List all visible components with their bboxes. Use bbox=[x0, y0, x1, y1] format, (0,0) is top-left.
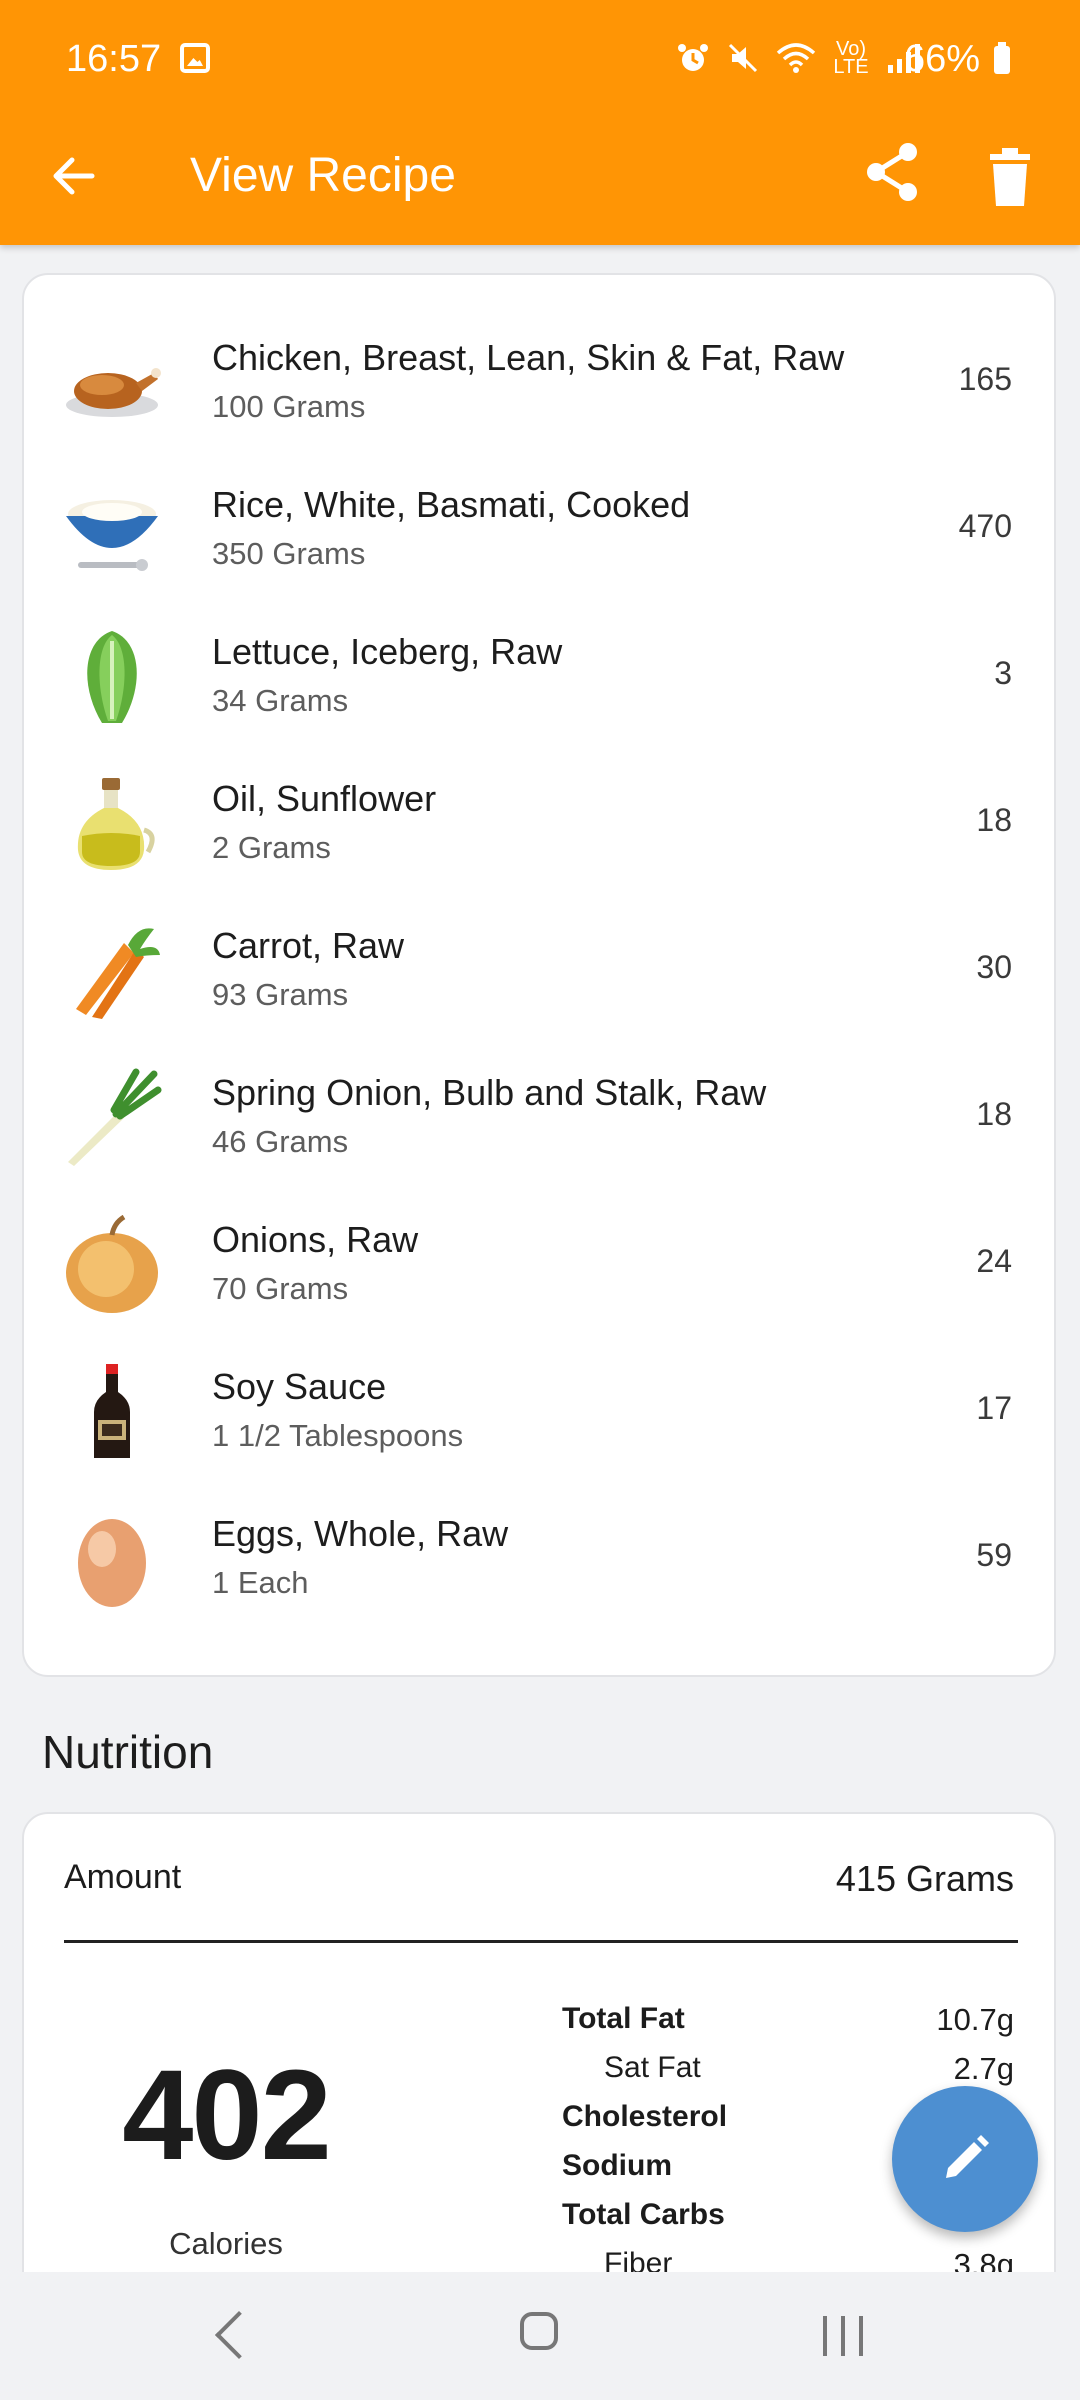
ingredient-calories: 18 bbox=[976, 1096, 1012, 1132]
roast-chicken-icon bbox=[66, 368, 161, 417]
carrot-icon bbox=[76, 928, 160, 1019]
ingredient-calories: 17 bbox=[976, 1390, 1012, 1426]
ingredient-name: Carrot, Raw bbox=[212, 925, 405, 966]
egg-icon bbox=[78, 1519, 146, 1607]
ingredient-name: Oil, Sunflower bbox=[212, 778, 437, 819]
ingredient-calories: 3 bbox=[994, 655, 1012, 691]
nutrient-name: Total Fat bbox=[562, 2002, 685, 2035]
ingredient-row[interactable]: Oil, Sunflower 2 Grams 18 bbox=[24, 756, 1054, 903]
mute-icon bbox=[728, 43, 758, 73]
lettuce-icon bbox=[87, 631, 137, 723]
ingredient-name: Spring Onion, Bulb and Stalk, Raw bbox=[212, 1072, 767, 1113]
page-title: View Recipe bbox=[190, 149, 456, 202]
ingredient-name: Soy Sauce bbox=[212, 1366, 387, 1407]
app-bar: View Recipe bbox=[0, 120, 1080, 245]
nutrition-card: Amount 415 Grams 402 Calories Total Fat … bbox=[22, 1812, 1056, 2272]
ingredient-name: Lettuce, Iceberg, Raw bbox=[212, 631, 563, 672]
ingredient-calories: 30 bbox=[976, 949, 1012, 985]
oil-bottle-icon bbox=[77, 778, 155, 870]
amount-label: Amount bbox=[64, 1858, 182, 1896]
nutrient-name: Fiber bbox=[604, 2247, 673, 2272]
ingredient-calories: 24 bbox=[976, 1243, 1012, 1279]
soy-sauce-bottle-icon bbox=[94, 1364, 130, 1458]
nutrient-value: 3.8g bbox=[953, 2247, 1014, 2272]
ingredient-row[interactable]: Rice, White, Basmati, Cooked 350 Grams 4… bbox=[24, 462, 1054, 609]
status-bar: 16:57 Vo) LTE 66% bbox=[0, 0, 1080, 120]
nutrient-name: Total Carbs bbox=[562, 2198, 725, 2231]
ingredients-card: Chicken, Breast, Lean, Skin & Fat, Raw 1… bbox=[22, 273, 1056, 1677]
ingredient-quantity: 2 Grams bbox=[212, 830, 331, 865]
nav-home-button[interactable] bbox=[520, 2312, 558, 2350]
nutrient-value: 10.7g bbox=[936, 2002, 1014, 2037]
pencil-icon bbox=[946, 2135, 989, 2178]
ingredient-quantity: 46 Grams bbox=[212, 1124, 349, 1159]
ingredient-calories: 18 bbox=[976, 802, 1012, 838]
gallery-notification-icon bbox=[180, 43, 210, 73]
nutrient-row-fiber: Fiber 3.8g bbox=[24, 2247, 1054, 2272]
ingredient-row[interactable]: Spring Onion, Bulb and Stalk, Raw 46 Gra… bbox=[24, 1050, 1054, 1197]
recipe-content[interactable]: Chicken, Breast, Lean, Skin & Fat, Raw 1… bbox=[0, 245, 1080, 2272]
ingredient-row[interactable]: Onions, Raw 70 Grams 24 bbox=[24, 1197, 1054, 1344]
ingredient-calories: 165 bbox=[958, 361, 1012, 397]
onion-icon bbox=[66, 1215, 158, 1313]
wifi-icon bbox=[776, 43, 816, 73]
nutrient-name: Sat Fat bbox=[604, 2051, 701, 2084]
ingredient-quantity: 93 Grams bbox=[212, 977, 349, 1012]
trash-icon bbox=[990, 148, 1030, 206]
app-header: 16:57 Vo) LTE 66% View Recipe bbox=[0, 0, 1080, 245]
nutrient-value: 2.7g bbox=[953, 2051, 1014, 2086]
nutrient-row-total-fat: Total Fat 10.7g bbox=[24, 2002, 1054, 2050]
ingredient-quantity: 100 Grams bbox=[212, 389, 366, 424]
arrow-left-icon bbox=[53, 157, 95, 195]
spring-onion-icon bbox=[68, 1068, 162, 1166]
ingredient-name: Chicken, Breast, Lean, Skin & Fat, Raw bbox=[212, 337, 845, 378]
edit-recipe-button[interactable] bbox=[892, 2086, 1038, 2232]
nav-back-button[interactable] bbox=[214, 2310, 264, 2360]
share-button[interactable] bbox=[858, 138, 928, 208]
nav-recents-button[interactable] bbox=[823, 2316, 863, 2356]
ingredient-row[interactable]: Eggs, Whole, Raw 1 Each 59 bbox=[24, 1491, 1054, 1638]
nutrition-section-title: Nutrition bbox=[42, 1726, 214, 1778]
status-time: 16:57 bbox=[66, 38, 162, 80]
back-button[interactable] bbox=[44, 146, 104, 206]
ingredient-row[interactable]: Chicken, Breast, Lean, Skin & Fat, Raw 1… bbox=[24, 315, 1054, 462]
ingredient-name: Onions, Raw bbox=[212, 1219, 419, 1260]
nutrient-name: Cholesterol bbox=[562, 2100, 728, 2133]
rice-bowl-icon bbox=[66, 500, 158, 571]
ingredient-row[interactable]: Soy Sauce 1 1/2 Tablespoons 17 bbox=[24, 1344, 1054, 1491]
share-icon bbox=[867, 143, 917, 201]
ingredient-quantity: 70 Grams bbox=[212, 1271, 349, 1306]
delete-button[interactable] bbox=[980, 142, 1040, 212]
ingredient-quantity: 1 Each bbox=[212, 1565, 309, 1600]
ingredient-quantity: 350 Grams bbox=[212, 536, 366, 571]
status-icons: Vo) LTE bbox=[676, 38, 922, 78]
ingredient-row[interactable]: Lettuce, Iceberg, Raw 34 Grams 3 bbox=[24, 609, 1054, 756]
battery-icon bbox=[994, 42, 1010, 74]
ingredient-name: Rice, White, Basmati, Cooked bbox=[212, 484, 691, 525]
ingredient-name: Eggs, Whole, Raw bbox=[212, 1513, 509, 1554]
system-navigation-bar bbox=[0, 2272, 1080, 2400]
alarm-icon bbox=[678, 44, 708, 71]
ingredient-quantity: 34 Grams bbox=[212, 683, 349, 718]
nutrient-row-sat-fat: Sat Fat 2.7g bbox=[24, 2051, 1054, 2099]
amount-value: 415 Grams bbox=[835, 1858, 1014, 1899]
nutrient-row-total-carbs: Total Carbs bbox=[24, 2198, 1054, 2246]
ingredient-quantity: 1 1/2 Tablespoons bbox=[212, 1418, 464, 1453]
battery-percentage: 66% bbox=[904, 38, 981, 80]
nutrient-name: Sodium bbox=[562, 2149, 672, 2182]
ingredient-calories: 470 bbox=[958, 508, 1012, 544]
ingredient-row[interactable]: Carrot, Raw 93 Grams 30 bbox=[24, 903, 1054, 1050]
nutrition-divider bbox=[64, 1940, 1018, 1943]
ingredient-calories: 59 bbox=[976, 1537, 1012, 1573]
lte-indicator: Vo) LTE bbox=[833, 38, 869, 78]
